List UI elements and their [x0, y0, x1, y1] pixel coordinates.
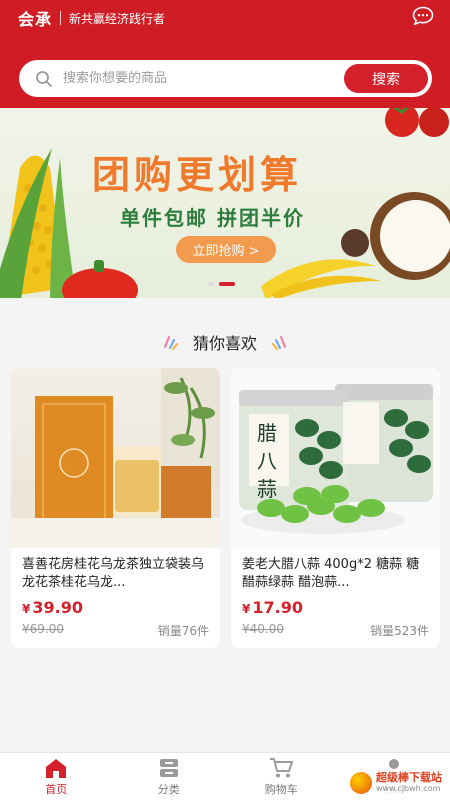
- search-button[interactable]: 搜索: [344, 64, 428, 93]
- section-header: 猜你喜欢: [0, 330, 450, 354]
- section-title: 猜你喜欢: [192, 334, 257, 353]
- product-card[interactable]: 腊 八 蒜 姜老大腊八蒜 400g*2 糖蒜 糖醋蒜绿蒜 醋泡蒜... ¥17.…: [231, 368, 440, 648]
- search-icon: [36, 70, 52, 87]
- original-price: ¥69.00: [22, 622, 64, 636]
- sparkle-right-icon: [272, 336, 286, 350]
- grape-illustration: [341, 229, 369, 257]
- site-watermark: 超级棒下载站 www.cjbwh.com: [346, 770, 446, 796]
- tab-label: 分类: [157, 782, 180, 796]
- sparkle-left-icon: [163, 336, 178, 350]
- sales-count: 销量76件: [157, 624, 209, 638]
- carousel-dot[interactable]: [208, 282, 214, 286]
- product-card[interactable]: 喜善花房桂花乌龙茶独立袋装乌龙花茶桂花乌龙... ¥39.90 ¥69.00 销…: [11, 368, 220, 648]
- svg-text:腊: 腊: [257, 421, 277, 445]
- cart-icon: [270, 757, 294, 777]
- currency-symbol: ¥: [22, 602, 31, 616]
- tea-box-illustration: [11, 368, 220, 548]
- product-price: ¥39.90: [22, 598, 83, 617]
- tab-label: 购物车: [264, 782, 298, 796]
- product-image[interactable]: [11, 368, 220, 548]
- tab-category[interactable]: 分类: [113, 753, 226, 800]
- tab-cart[interactable]: 购物车: [225, 753, 338, 800]
- price-value: 17.90: [252, 598, 303, 617]
- banner-subtitle: 单件包邮 拼团半价: [120, 206, 305, 230]
- chat-bubble-icon[interactable]: [412, 6, 434, 26]
- app-logo: 会承: [18, 10, 53, 29]
- carousel-dot-active[interactable]: [219, 282, 235, 286]
- product-image[interactable]: 腊 八 蒜: [231, 368, 440, 548]
- category-icon: [159, 758, 178, 777]
- price-value: 39.90: [32, 598, 83, 617]
- search-input[interactable]: [63, 71, 323, 86]
- svg-text:蒜: 蒜: [257, 477, 277, 501]
- home-icon: [46, 758, 67, 778]
- promo-banner[interactable]: 团购更划算 单件包邮 拼团半价 立即抢购 >: [0, 108, 450, 298]
- search-bar: 搜索: [19, 60, 432, 97]
- app-slogan: 新共赢经济践行者: [69, 11, 166, 26]
- app-header: 会承 新共赢经济践行者 搜索: [0, 0, 450, 108]
- tab-home[interactable]: 首页: [0, 753, 113, 800]
- carousel-indicator: [208, 282, 235, 286]
- banner-title: 团购更划算: [92, 152, 303, 197]
- pepper-illustration: [62, 260, 138, 298]
- watermark-url: www.cjbwh.com: [376, 784, 441, 793]
- currency-symbol: ¥: [242, 602, 251, 616]
- sales-count: 销量523件: [370, 624, 429, 638]
- tab-label: 首页: [45, 782, 68, 796]
- logo-divider: [60, 11, 62, 25]
- product-price: ¥17.90: [242, 598, 303, 617]
- watermark-text: 超级棒下载站: [376, 771, 442, 784]
- garlic-jar-illustration: 腊 八 蒜: [239, 384, 433, 534]
- original-price: ¥40.00: [242, 622, 284, 636]
- product-name[interactable]: 喜善花房桂花乌龙茶独立袋装乌龙花茶桂花乌龙...: [22, 556, 212, 592]
- svg-text:八: 八: [257, 449, 277, 473]
- tomato-illustration: [385, 108, 449, 137]
- product-name[interactable]: 姜老大腊八蒜 400g*2 糖蒜 糖醋蒜绿蒜 醋泡蒜...: [242, 556, 432, 592]
- banner-cta-button[interactable]: 立即抢购 >: [176, 236, 276, 263]
- top-bar: 会承 新共赢经济践行者: [0, 0, 450, 36]
- watermark-logo-icon: [350, 772, 372, 794]
- coconut-illustration: [370, 192, 450, 280]
